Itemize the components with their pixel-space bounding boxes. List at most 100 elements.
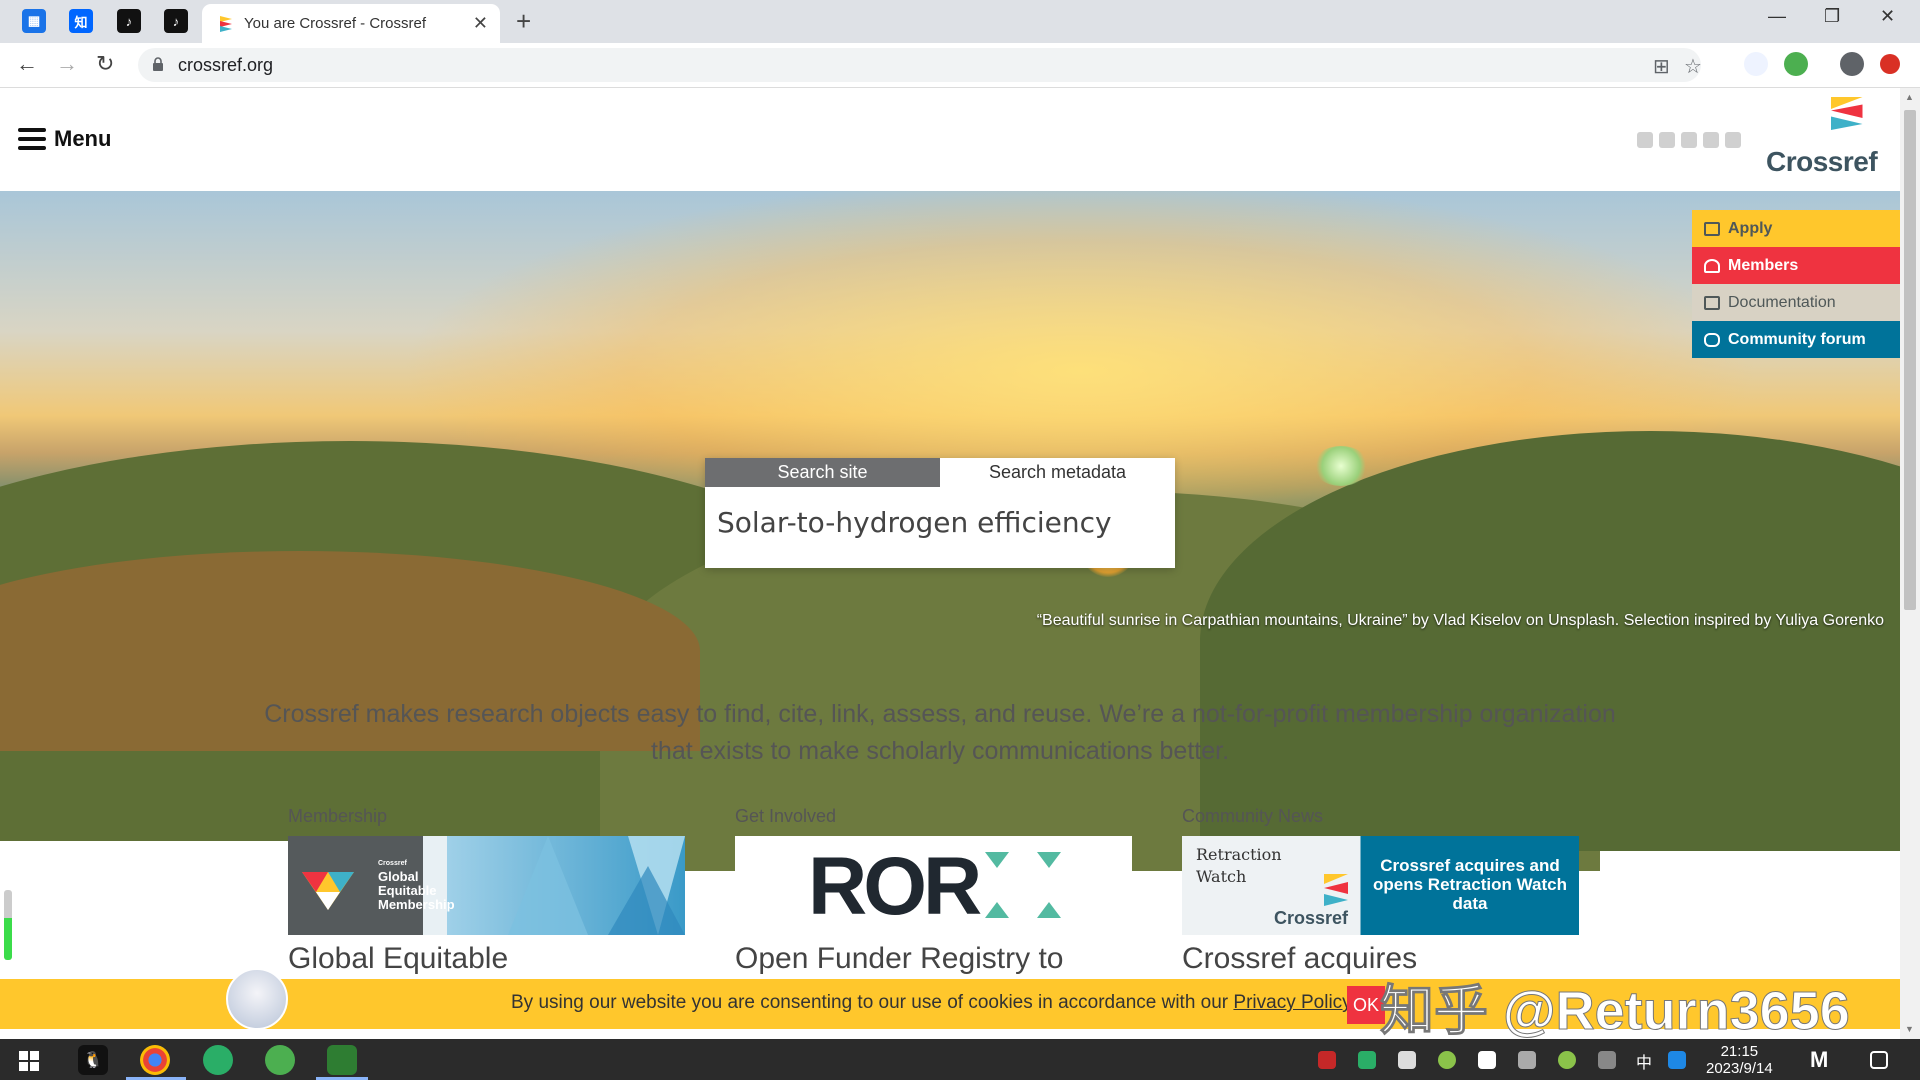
documentation-label: Documentation xyxy=(1728,293,1836,311)
tray-icon[interactable] xyxy=(1438,1051,1456,1069)
tab-search-site[interactable]: Search site xyxy=(705,458,940,487)
browser-toolbar: ← → ↻ crossref.org ⊞ ☆ xyxy=(0,43,1920,88)
address-bar[interactable]: crossref.org ⊞ ☆ xyxy=(138,48,1702,82)
community-forum-label: Community forum xyxy=(1728,330,1866,348)
profile-avatar[interactable] xyxy=(1840,52,1864,76)
minimize-window-button[interactable]: — xyxy=(1768,6,1786,27)
ror-logo-text: ROR xyxy=(808,841,982,932)
news-image-text: Crossref acquires and opens Retraction W… xyxy=(1373,856,1567,913)
close-tab-icon[interactable]: ✕ xyxy=(473,13,488,34)
close-window-button[interactable]: ✕ xyxy=(1880,6,1895,27)
privacy-policy-link[interactable]: Privacy Policy xyxy=(1233,992,1351,1013)
tab-search-metadata[interactable]: Search metadata xyxy=(940,458,1175,487)
crossref-small-logo-text: Crossref xyxy=(1274,908,1349,928)
clock-date: 2023/9/14 xyxy=(1706,1060,1773,1077)
scroll-down-icon[interactable]: ▼ xyxy=(1905,1024,1914,1034)
volume-icon[interactable] xyxy=(1518,1051,1536,1069)
windows-taskbar: 🐧 中 21:15 2023/9/14 M xyxy=(0,1039,1920,1080)
wechat-tray-icon[interactable] xyxy=(1358,1051,1376,1069)
lens-flare xyxy=(1313,446,1369,486)
social-links xyxy=(1637,132,1741,148)
chrome-app-icon[interactable] xyxy=(140,1045,170,1075)
url-text: crossref.org xyxy=(178,55,274,75)
card-category: Community News xyxy=(1182,806,1324,826)
crossref-small-logo-icon xyxy=(1324,874,1348,906)
card-category: Get Involved xyxy=(735,806,837,826)
remote-desktop-app-icon[interactable] xyxy=(327,1045,357,1075)
apply-button[interactable]: Apply xyxy=(1692,210,1900,247)
update-badge-icon[interactable] xyxy=(1880,54,1900,74)
extension-icon[interactable] xyxy=(1744,52,1768,76)
battery-icon[interactable] xyxy=(1398,1051,1416,1069)
membership-image-text: Global Equitable Membership xyxy=(378,869,455,912)
notification-center-icon[interactable] xyxy=(1870,1051,1888,1069)
reload-button[interactable]: ↻ xyxy=(96,51,114,77)
calendar-tab-icon[interactable]: ▦ xyxy=(22,9,46,33)
tiktok-tab-icon[interactable]: ♪ xyxy=(117,9,141,33)
new-tab-button[interactable]: + xyxy=(516,6,531,37)
hill-shape xyxy=(1200,431,1900,851)
scrollbar-thumb[interactable] xyxy=(1904,110,1916,610)
back-button[interactable]: ← xyxy=(16,51,38,77)
menu-label: Menu xyxy=(54,126,112,151)
facebook-icon[interactable] xyxy=(1681,132,1697,148)
security-tray-icon[interactable] xyxy=(1478,1051,1496,1069)
youtube-icon[interactable] xyxy=(1725,132,1741,148)
tab-title: You are Crossref - Crossref xyxy=(244,15,427,32)
tray-logo-icon[interactable]: M xyxy=(1810,1047,1828,1073)
user-avatar xyxy=(226,968,288,1030)
tagline: Crossref makes research objects easy to … xyxy=(264,700,1616,765)
tiktok-tab-icon[interactable]: ♪ xyxy=(164,9,188,33)
ime-indicator[interactable]: 中 xyxy=(1636,1049,1652,1073)
card-category: Membership xyxy=(288,806,388,826)
ror-image: ROR xyxy=(735,836,1132,935)
qq-app-icon[interactable]: 🐧 xyxy=(78,1045,108,1075)
twitter-icon[interactable] xyxy=(1659,132,1675,148)
browser-tab-strip: ▦ 知 ♪ ♪ You are Crossref - Crossref ✕ + … xyxy=(0,0,1920,43)
docs-icon xyxy=(1704,295,1720,310)
menu-button[interactable]: Menu xyxy=(18,126,111,152)
clock-time: 21:15 xyxy=(1720,1043,1759,1060)
wechat-app-icon[interactable] xyxy=(203,1045,233,1075)
page-scrollbar[interactable]: ▲ ▼ xyxy=(1900,88,1920,1039)
wifi-icon[interactable] xyxy=(1598,1051,1616,1069)
windows-start-icon[interactable] xyxy=(19,1051,39,1071)
membership-image-brand: Crossref xyxy=(378,860,407,867)
user-icon xyxy=(1704,258,1720,273)
crossref-logo-icon[interactable] xyxy=(1790,94,1890,154)
get-involved-card[interactable]: Get Involved ROR Open Funder Registry to xyxy=(735,806,1135,975)
tray-icon[interactable] xyxy=(1318,1051,1336,1069)
community-forum-button[interactable]: Community forum xyxy=(1692,321,1900,358)
active-tab[interactable]: You are Crossref - Crossref ✕ xyxy=(202,4,500,43)
linkedin-icon[interactable] xyxy=(1703,132,1719,148)
side-widget xyxy=(4,890,12,960)
tray-icon[interactable] xyxy=(1668,1051,1686,1069)
taskbar-clock[interactable]: 21:15 2023/9/14 xyxy=(1706,1043,1773,1077)
rss-icon[interactable] xyxy=(1637,132,1653,148)
restore-window-button[interactable]: ❐ xyxy=(1824,6,1840,27)
members-label: Members xyxy=(1728,256,1799,274)
zhihu-tab-icon[interactable]: 知 xyxy=(69,9,93,33)
tray-icon[interactable] xyxy=(1558,1051,1576,1069)
search-input[interactable] xyxy=(717,502,1163,542)
members-button[interactable]: Members xyxy=(1692,247,1900,284)
forward-button[interactable]: → xyxy=(56,51,78,77)
search-panel: Search site Search metadata xyxy=(705,458,1175,568)
hero-photo-credit: “Beautiful sunrise in Carpathian mountai… xyxy=(1036,612,1884,629)
card-heading[interactable]: Global Equitable xyxy=(288,942,508,976)
extension-icon[interactable] xyxy=(1784,52,1808,76)
gem-logo-icon xyxy=(302,872,354,910)
bookmark-star-icon[interactable]: ☆ xyxy=(1684,54,1702,79)
hamburger-icon xyxy=(18,128,46,150)
retraction-watch-image: Retraction Watch Crossref Crossref acqui… xyxy=(1182,836,1579,935)
browser-app-icon[interactable] xyxy=(265,1045,295,1075)
community-news-card[interactable]: Community News Retraction Watch Crossref… xyxy=(1182,806,1582,975)
translate-icon[interactable]: ⊞ xyxy=(1653,54,1670,79)
cookie-text: By using our website you are consenting … xyxy=(511,992,1352,1014)
scroll-up-icon[interactable]: ▲ xyxy=(1905,92,1914,102)
chat-icon xyxy=(1704,332,1720,347)
membership-card[interactable]: Membership Crossref Global Equitable Mem… xyxy=(288,806,688,975)
watermark-text: 知乎 @Return3656 xyxy=(1380,981,1851,1042)
card-heading[interactable]: Open Funder Registry to xyxy=(735,942,1064,976)
documentation-button[interactable]: Documentation xyxy=(1692,284,1900,321)
